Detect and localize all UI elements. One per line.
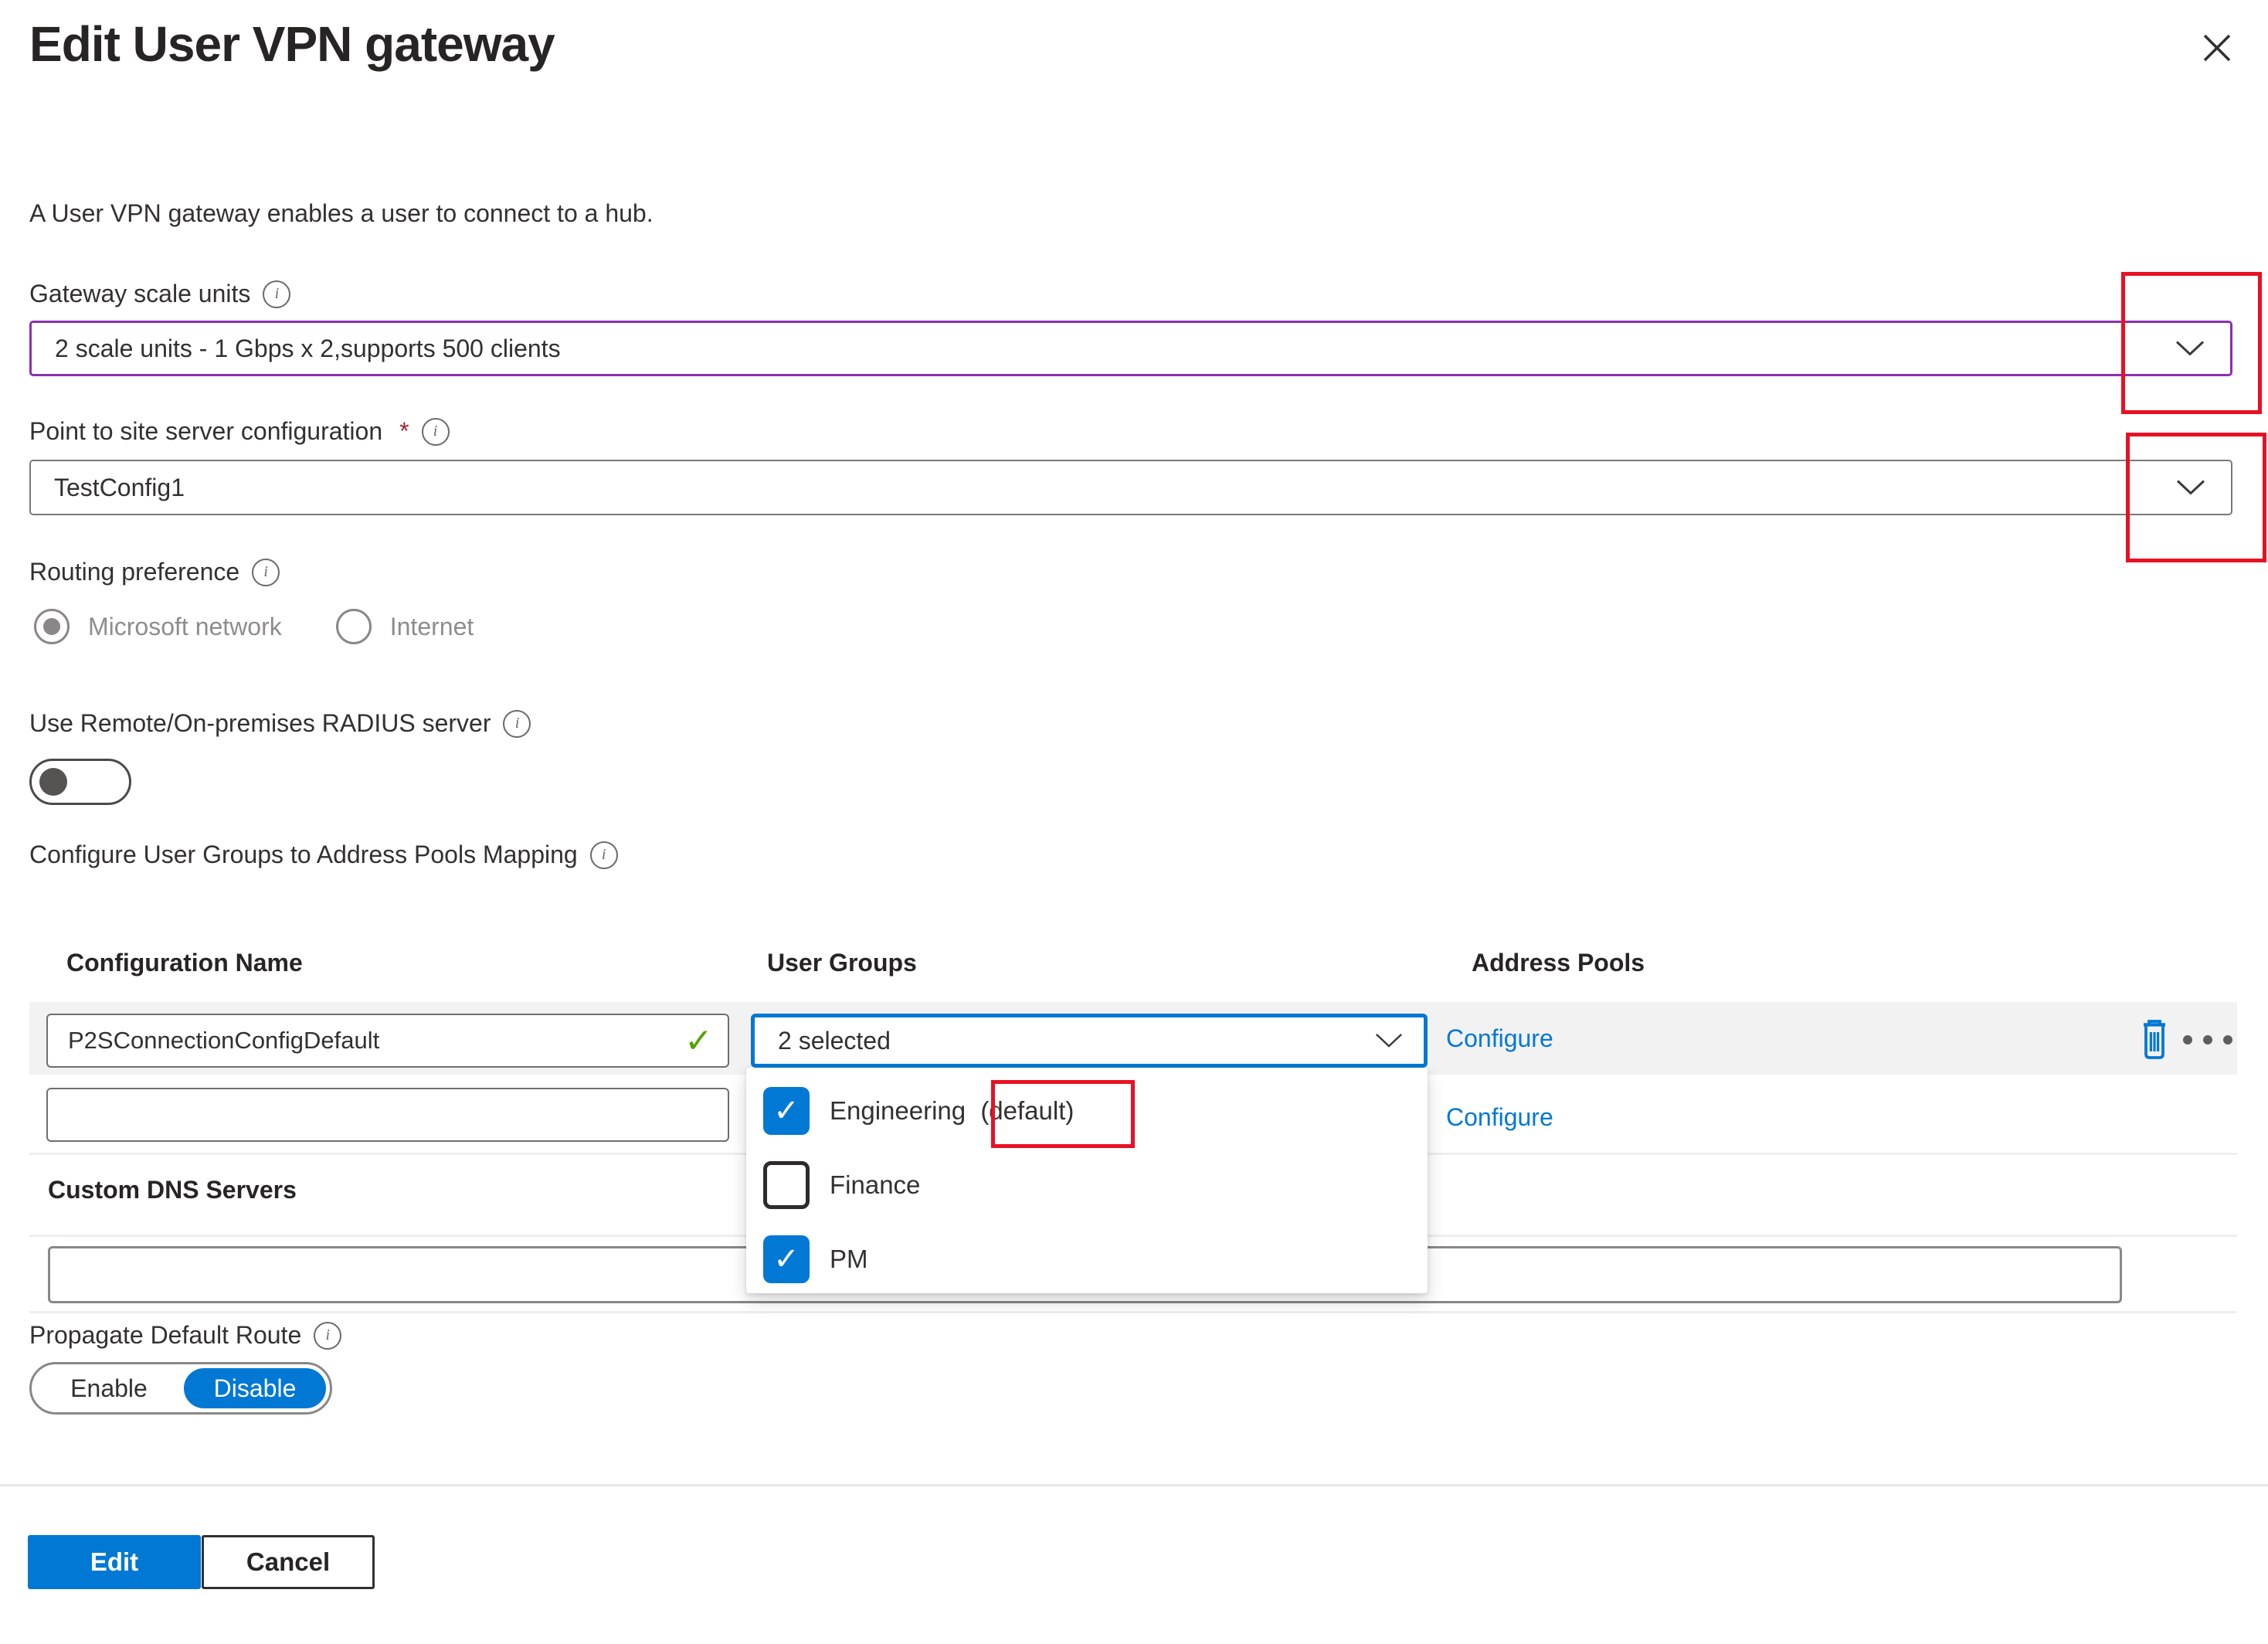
p2s-config-label-row: Point to site server configuration * i [29,417,450,446]
radio-internet[interactable] [336,609,372,644]
routing-preference-label-row: Routing preference i [29,558,280,586]
gateway-scale-units-label: Gateway scale units [29,280,250,308]
close-icon [2198,29,2236,66]
annotation-box-default-suffix [991,1080,1135,1148]
user-groups-multiselect-value: 2 selected [778,1027,891,1055]
propagate-route-pill-toggle: Enable Disable [29,1362,332,1415]
column-header-configuration-name: Configuration Name [66,949,303,977]
checkbox-checked-icon[interactable]: ✓ [763,1235,810,1283]
checkbox-checked-icon[interactable]: ✓ [763,1087,810,1135]
info-icon[interactable]: i [252,559,280,586]
info-icon[interactable]: i [590,841,618,869]
ellipsis-icon [2183,1035,2192,1044]
toggle-knob [39,768,67,796]
row-more-options-button[interactable] [2183,1035,2232,1044]
required-asterisk: * [399,417,409,446]
routing-preference-options: Microsoft network Internet [34,609,474,644]
p2s-config-label: Point to site server configuration [29,417,382,446]
radius-label: Use Remote/On-premises RADIUS server [29,709,491,738]
checkbox-unchecked-icon[interactable] [763,1161,810,1209]
info-icon[interactable]: i [503,710,531,738]
valid-check-icon: ✓ [684,1021,713,1061]
delete-row-button[interactable] [2137,1018,2172,1061]
user-groups-multiselect[interactable]: 2 selected [751,1014,1428,1068]
user-groups-mapping-label: Configure User Groups to Address Pools M… [29,841,578,869]
option-label: PM [830,1245,868,1274]
custom-dns-heading: Custom DNS Servers [48,1176,297,1204]
annotation-box-scale-units-chevron [2121,272,2262,414]
gateway-scale-units-label-row: Gateway scale units i [29,280,290,308]
intro-text: A User VPN gateway enables a user to con… [29,199,654,228]
info-icon[interactable]: i [422,418,450,446]
option-label: Finance [830,1170,920,1200]
radius-label-row: Use Remote/On-premises RADIUS server i [29,709,531,738]
cancel-button[interactable]: Cancel [202,1535,375,1589]
column-header-user-groups: User Groups [767,949,917,977]
radio-microsoft-network-label: Microsoft network [88,613,282,641]
gateway-scale-units-value: 2 scale units - 1 Gbps x 2,supports 500 … [55,335,561,363]
radio-internet-label: Internet [390,613,474,641]
user-groups-mapping-label-row: Configure User Groups to Address Pools M… [29,841,618,869]
annotation-box-p2s-chevron [2126,433,2266,562]
propagate-default-route-label-row: Propagate Default Route i [29,1321,341,1350]
divider [29,1311,2237,1313]
column-header-address-pools: Address Pools [1472,949,1645,977]
p2s-config-value: TestConfig1 [54,474,185,502]
radius-toggle[interactable] [29,759,131,805]
p2s-config-select[interactable]: TestConfig1 [29,460,2232,515]
propagate-default-route-label: Propagate Default Route [29,1321,301,1350]
configuration-name-input-row2[interactable] [46,1088,729,1142]
disable-option-selected[interactable]: Disable [184,1368,326,1408]
routing-preference-label: Routing preference [29,558,239,586]
page-title: Edit User VPN gateway [29,15,555,73]
chevron-down-icon [1374,1027,1404,1055]
footer-divider [0,1484,2268,1486]
info-icon[interactable]: i [263,280,290,308]
info-icon[interactable]: i [314,1322,341,1350]
gateway-scale-units-select[interactable]: 2 scale units - 1 Gbps x 2,supports 500 … [29,321,2232,376]
configure-link-row2[interactable]: Configure [1446,1103,1553,1132]
dropdown-option-finance[interactable]: Finance [746,1148,1428,1222]
trash-icon [2137,1018,2172,1061]
configure-link-row1[interactable]: Configure [1446,1024,1553,1053]
edit-user-vpn-gateway-panel: Edit User VPN gateway A User VPN gateway… [0,0,2268,1644]
radio-microsoft-network[interactable] [34,609,70,644]
enable-option[interactable]: Enable [32,1364,186,1412]
configuration-name-input[interactable] [46,1014,729,1068]
dropdown-option-pm[interactable]: ✓ PM [746,1222,1428,1296]
close-button[interactable] [2198,29,2236,66]
edit-button[interactable]: Edit [28,1535,201,1589]
